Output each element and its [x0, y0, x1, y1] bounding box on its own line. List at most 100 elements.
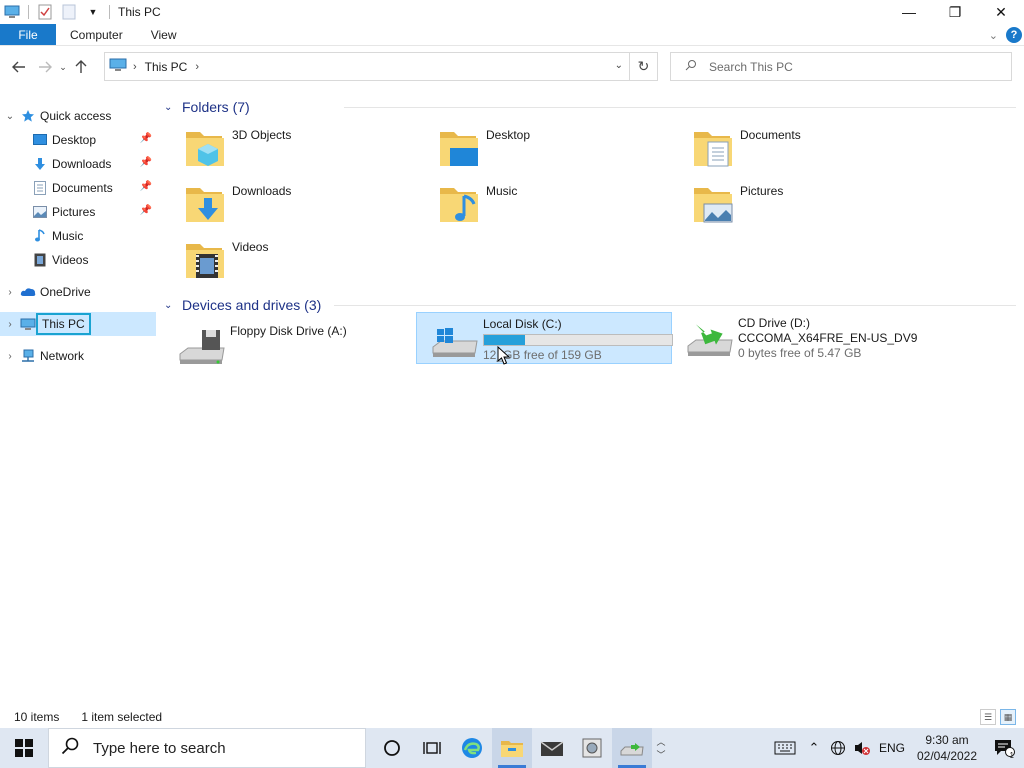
documents-icon [32, 180, 48, 196]
forward-button[interactable] [34, 56, 56, 78]
clock-date: 02/04/2022 [916, 749, 978, 763]
maximize-button[interactable]: ❐ [932, 0, 978, 24]
taskbar-search[interactable]: Type here to search [48, 728, 366, 768]
chevron-up-icon[interactable]: ︿ [656, 735, 665, 748]
chevron-down-icon[interactable]: ﹀ [656, 748, 665, 761]
pin-icon[interactable]: 📌 [140, 181, 152, 192]
nav-this-pc-label: This PC [36, 313, 91, 335]
status-item-count: 10 items [14, 710, 60, 724]
folder-pictures[interactable]: Pictures [672, 176, 926, 232]
show-hidden-icons-icon[interactable]: ⌃ [802, 728, 826, 768]
breadcrumb-this-pc[interactable]: This PC [145, 60, 188, 74]
clock[interactable]: 9:30 am 02/04/2022 [910, 732, 984, 764]
taskbar-mail[interactable] [532, 728, 572, 768]
large-icons-view-icon[interactable]: ▦ [1000, 709, 1016, 725]
pin-icon[interactable]: 📌 [140, 133, 152, 144]
disk-usage-fill [484, 335, 526, 345]
chevron-down-icon[interactable]: ⌄ [164, 300, 180, 311]
mail-icon [540, 741, 564, 756]
drive-floppy-a[interactable]: Floppy Disk Drive (A:) [164, 320, 418, 374]
3d-objects-icon [182, 124, 228, 170]
keyboard-icon[interactable] [768, 728, 802, 768]
folders-group-header[interactable]: ⌄ Folders (7) [164, 96, 1016, 118]
nav-this-pc[interactable]: › This PC [0, 312, 156, 336]
taskbar-app-disk[interactable] [572, 728, 612, 768]
back-button[interactable] [8, 56, 30, 78]
drive-local-disk-c[interactable]: Local Disk (C:) 12_GB free of 159 GB [416, 312, 673, 364]
globe-icon[interactable] [826, 728, 850, 768]
tab-view[interactable]: View [137, 24, 191, 45]
folder-documents[interactable]: Documents [672, 120, 926, 176]
title-bar: ▼ This PC — ❐ ✕ [0, 0, 1024, 24]
taskbar-app-setup[interactable] [612, 728, 652, 768]
music-folder-icon [436, 180, 482, 226]
drive-free-space: 0 bytes free of 5.47 GB [738, 346, 862, 360]
folder-videos[interactable]: Videos [164, 232, 418, 288]
edge-icon [462, 738, 482, 758]
cd-drive-icon [686, 316, 734, 362]
tab-file[interactable]: File [0, 24, 56, 45]
folder-downloads[interactable]: Downloads [164, 176, 418, 232]
nav-item-label: Documents [52, 181, 113, 195]
chevron-down-icon[interactable]: ⌄ [0, 111, 20, 122]
new-folder-icon[interactable] [61, 4, 77, 20]
address-bar[interactable]: › This PC › ⌄ [104, 52, 630, 81]
taskbar: Type here to search ︿ ﹀ ⌃ ENG 9:30 am 02… [0, 728, 1024, 768]
drive-name: Local Disk (C:) [483, 317, 562, 331]
pin-icon[interactable]: 📌 [140, 157, 152, 168]
up-button[interactable] [70, 56, 92, 78]
chevron-right-icon[interactable]: › [0, 287, 20, 298]
nav-item-downloads[interactable]: Downloads 📌 [0, 152, 156, 176]
nav-item-music[interactable]: Music [0, 224, 156, 248]
taskbar-search-input[interactable]: Type here to search [93, 740, 226, 757]
input-language[interactable]: ENG [874, 728, 910, 768]
nav-item-pictures[interactable]: Pictures 📌 [0, 200, 156, 224]
recent-locations-button[interactable]: ⌄ [56, 56, 70, 78]
expand-ribbon-icon[interactable]: ⌄ [989, 29, 998, 42]
help-icon[interactable]: ? [1006, 27, 1022, 43]
search-input[interactable]: Search This PC [709, 60, 793, 74]
notification-center-button[interactable]: 1 [984, 728, 1024, 768]
chevron-right-icon[interactable]: › [0, 319, 20, 330]
search-icon [685, 59, 697, 74]
start-button[interactable] [0, 728, 48, 768]
nav-onedrive[interactable]: › OneDrive [0, 280, 156, 304]
address-dropdown-icon[interactable]: ⌄ [615, 60, 623, 71]
nav-quick-access[interactable]: ⌄ Quick access [0, 104, 156, 128]
customize-toolbar-icon[interactable]: ▼ [85, 4, 101, 20]
nav-item-documents[interactable]: Documents 📌 [0, 176, 156, 200]
music-icon [32, 228, 48, 244]
chevron-right-icon[interactable]: › [133, 61, 137, 73]
taskbar-file-explorer[interactable] [492, 728, 532, 768]
volume-muted-icon[interactable] [850, 728, 874, 768]
nav-item-videos[interactable]: Videos [0, 248, 156, 272]
navigation-row: ⌄ › This PC › ⌄ ↻ Search This PC [0, 50, 1024, 84]
close-button[interactable]: ✕ [978, 0, 1024, 24]
nav-item-label: Music [52, 229, 84, 243]
mouse-cursor-icon [497, 346, 511, 365]
details-view-icon[interactable]: ☰ [980, 709, 996, 725]
folder-music[interactable]: Music [418, 176, 672, 232]
nav-network[interactable]: › Network [0, 344, 156, 368]
taskbar-edge[interactable] [452, 728, 492, 768]
tab-computer[interactable]: Computer [56, 24, 137, 45]
task-view-button[interactable] [412, 728, 452, 768]
minimize-button[interactable]: — [886, 0, 932, 24]
nav-item-label: Downloads [52, 157, 112, 171]
cortana-button[interactable] [372, 728, 412, 768]
chevron-right-icon[interactable]: › [0, 351, 20, 362]
drive-cd-d[interactable]: CD Drive (D:) CCCOMA_X64FRE_EN-US_DV9 0 … [672, 312, 972, 374]
pictures-icon [32, 204, 48, 220]
pin-icon[interactable]: 📌 [140, 205, 152, 216]
content-pane: ⌄ Folders (7) 3D Objects Desktop Documen… [164, 96, 1016, 374]
folder-desktop[interactable]: Desktop [418, 120, 672, 176]
chevron-down-icon[interactable]: ⌄ [164, 102, 180, 113]
folder-3d-objects[interactable]: 3D Objects [164, 120, 418, 176]
search-box[interactable]: Search This PC [670, 52, 1012, 81]
properties-icon[interactable] [37, 4, 53, 20]
folder-name: Pictures [740, 184, 784, 198]
refresh-button[interactable]: ↻ [630, 52, 658, 81]
chevron-right-icon[interactable]: › [195, 61, 199, 73]
taskbar-scroll[interactable]: ︿ ﹀ [652, 728, 670, 768]
nav-item-desktop[interactable]: Desktop 📌 [0, 128, 156, 152]
